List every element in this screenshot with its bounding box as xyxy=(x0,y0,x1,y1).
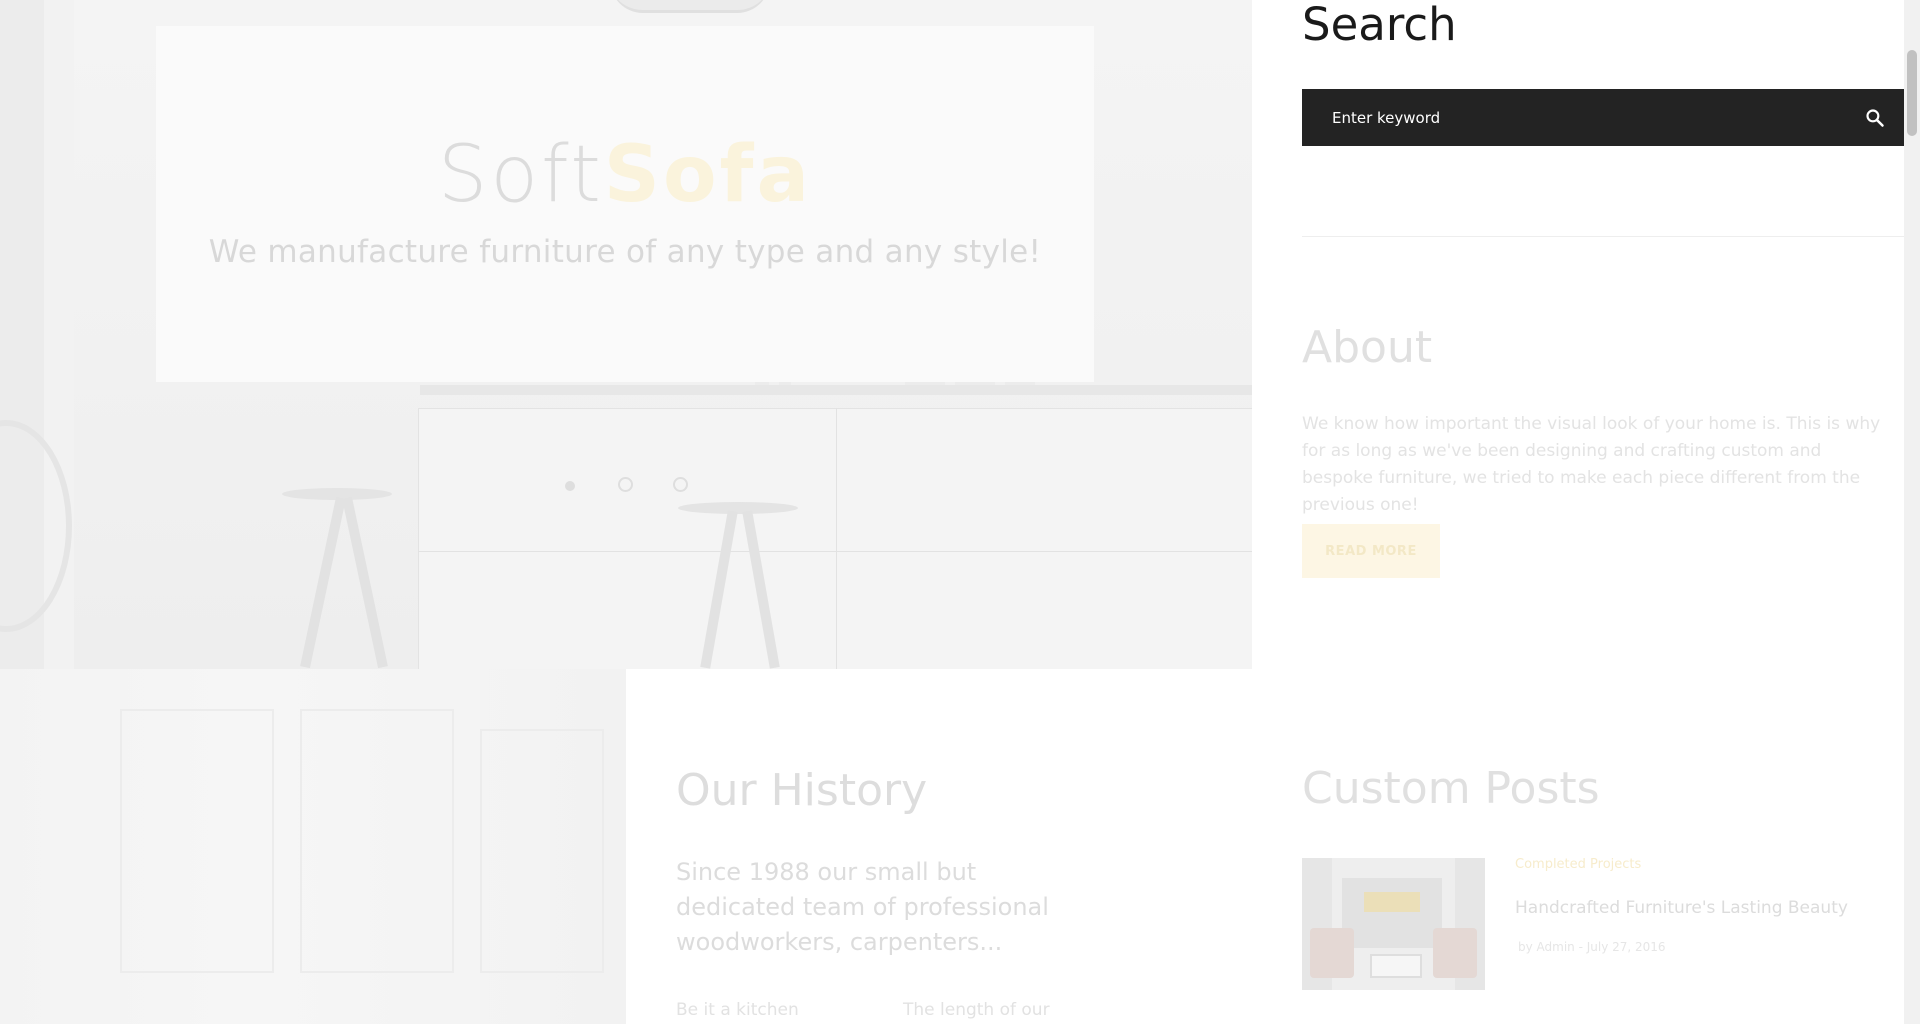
history-image xyxy=(0,669,626,1024)
post-title-link[interactable]: Handcrafted Furniture's Lasting Beauty xyxy=(1515,898,1848,918)
window-pane xyxy=(480,729,604,973)
history-column-1: Be it a kitchen xyxy=(676,1000,799,1020)
hero-caption-card: SoftSofa We manufacture furniture of any… xyxy=(156,26,1094,382)
thumb-armchair xyxy=(1433,928,1477,978)
hero-bg-counter xyxy=(420,385,1252,395)
custom-posts-title: Custom Posts xyxy=(1302,763,1600,814)
hero-bg-cabinet xyxy=(418,408,1252,669)
hero-bg-lamp xyxy=(610,0,770,13)
history-column-2: The length of our xyxy=(903,1000,1050,1020)
thumb-table xyxy=(1370,954,1422,978)
scrollbar-thumb[interactable] xyxy=(1907,50,1917,136)
hero-tagline: We manufacture furniture of any type and… xyxy=(208,234,1042,270)
search-input[interactable] xyxy=(1302,89,1846,146)
slider-dot-3[interactable] xyxy=(673,477,688,492)
window-pane xyxy=(120,709,274,973)
cabinet-divider xyxy=(418,551,1252,552)
search-icon xyxy=(1866,108,1884,127)
history-text: Since 1988 our small but dedicated team … xyxy=(676,858,1049,956)
hero-slider: SoftSofa We manufacture furniture of any… xyxy=(0,0,1252,669)
cabinet-divider xyxy=(836,408,837,669)
brand-soft: Soft xyxy=(437,130,604,220)
slider-dot-2[interactable] xyxy=(618,477,633,492)
history-title: Our History xyxy=(676,765,928,816)
brand-sofa: Sofa xyxy=(603,130,813,220)
thumb-fireplace xyxy=(1342,878,1442,948)
post-category-link[interactable]: Completed Projects xyxy=(1515,857,1641,872)
post-thumbnail[interactable] xyxy=(1302,858,1485,990)
hero-bg-stool xyxy=(678,502,798,514)
read-more-button[interactable]: READ MORE xyxy=(1302,524,1440,578)
slider-dot-1[interactable] xyxy=(565,481,575,491)
thumb-fire xyxy=(1364,892,1420,912)
section-divider xyxy=(1302,236,1904,237)
page-scrollbar[interactable] xyxy=(1904,0,1920,1024)
brand-logo: SoftSofa xyxy=(156,136,1094,214)
search-form xyxy=(1302,89,1904,146)
post-meta: by Admin - July 27, 2016 xyxy=(1518,940,1666,954)
thumb-armchair xyxy=(1310,928,1354,978)
about-title: About xyxy=(1302,322,1433,373)
stool-leg xyxy=(342,496,388,669)
slider-pagination xyxy=(560,477,700,497)
window-pane xyxy=(300,709,454,973)
stool-leg xyxy=(300,496,346,669)
search-title: Search xyxy=(1302,0,1457,51)
about-text: We know how important the visual look of… xyxy=(1302,414,1881,515)
search-button[interactable] xyxy=(1846,89,1904,146)
